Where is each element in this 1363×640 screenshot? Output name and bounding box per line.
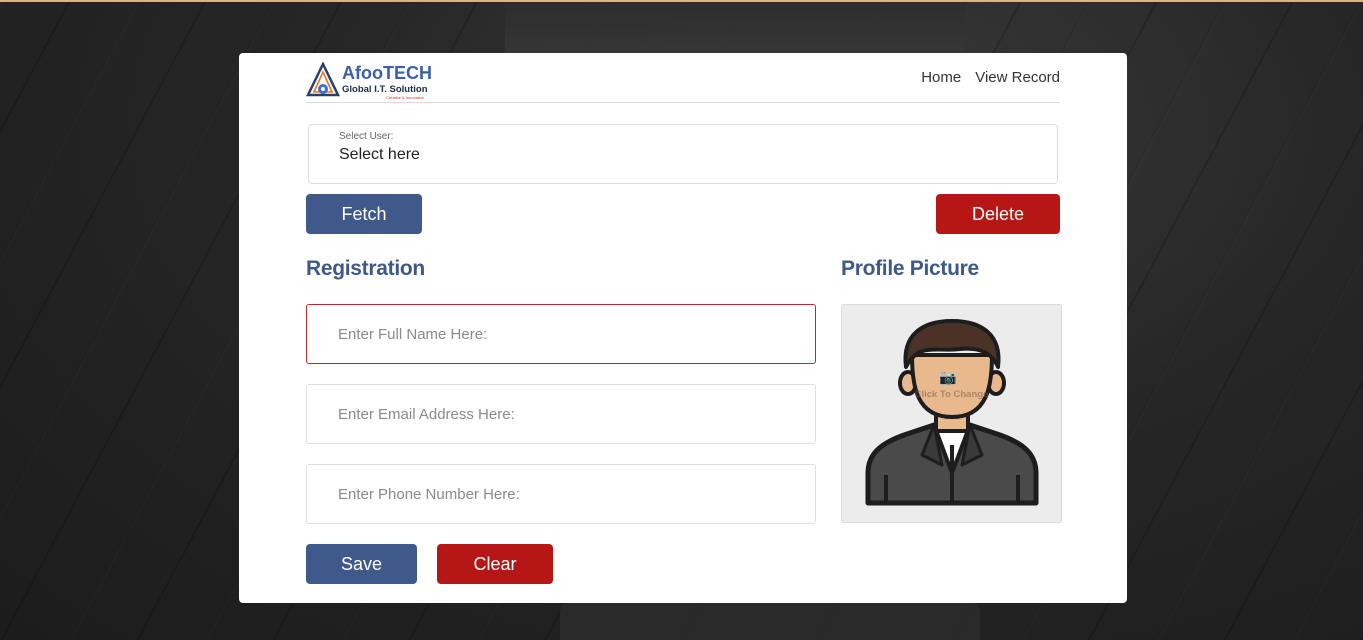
- save-button[interactable]: Save: [306, 544, 417, 584]
- header-divider: [306, 102, 1060, 103]
- brand-slogan: Creative & Innovative: [386, 95, 425, 100]
- profile-picture-upload[interactable]: 📷 Click To Change: [841, 304, 1062, 523]
- clear-button[interactable]: Clear: [437, 544, 553, 584]
- nav-view-record-link[interactable]: View Record: [975, 69, 1060, 86]
- email-field[interactable]: [306, 384, 816, 444]
- delete-button[interactable]: Delete: [936, 194, 1060, 234]
- phone-field[interactable]: [306, 464, 816, 524]
- full-name-input[interactable]: [336, 305, 780, 363]
- main-card: AfooTECH Global I.T. Solution Creative &…: [239, 53, 1127, 603]
- logo-mark-icon: [306, 62, 340, 97]
- select-user-dropdown[interactable]: Select User: Select here: [308, 124, 1058, 184]
- brand-name: AfooTECH: [342, 63, 432, 83]
- brand-logo[interactable]: AfooTECH Global I.T. Solution Creative &…: [306, 62, 441, 100]
- phone-input[interactable]: [336, 465, 780, 523]
- email-input[interactable]: [336, 385, 780, 443]
- click-to-change-hint: Click To Change: [914, 389, 989, 400]
- profile-picture-heading: Profile Picture: [841, 257, 979, 280]
- top-nav: Home View Record: [921, 69, 1060, 86]
- select-user-label: Select User:: [339, 131, 394, 142]
- select-user-value: Select here: [339, 146, 420, 163]
- fetch-button[interactable]: Fetch: [306, 194, 422, 234]
- background-device: [560, 600, 980, 640]
- nav-home-link[interactable]: Home: [921, 69, 961, 86]
- registration-heading: Registration: [306, 257, 425, 280]
- camera-icon: 📷: [939, 369, 957, 385]
- avatar-icon: [865, 319, 1039, 506]
- brand-tagline: Global I.T. Solution: [342, 84, 428, 95]
- full-name-field[interactable]: [306, 304, 816, 364]
